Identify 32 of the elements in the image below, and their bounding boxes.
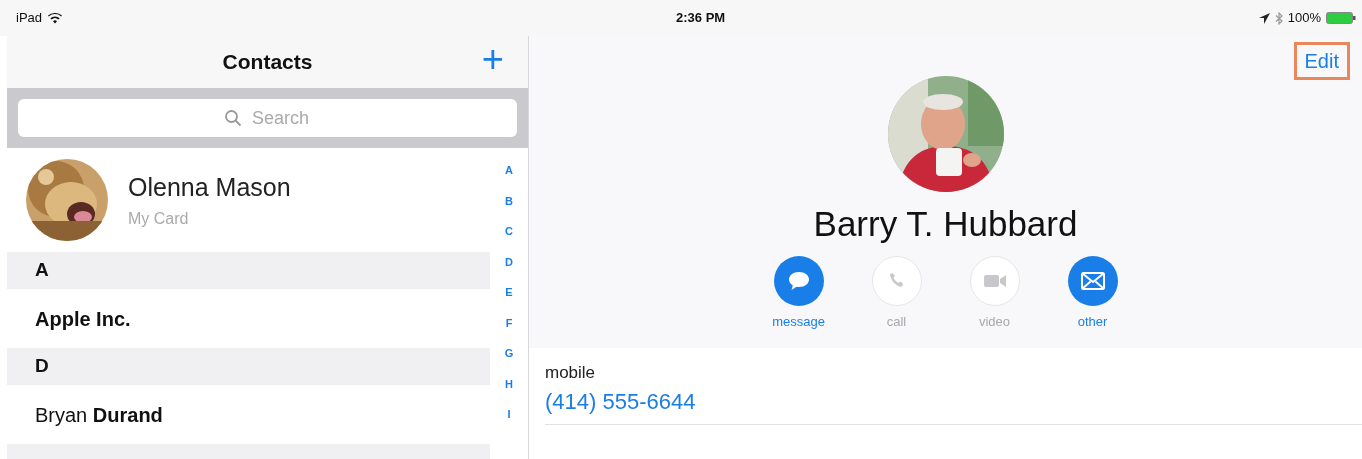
index-letter[interactable]: E — [505, 284, 513, 300]
my-card[interactable]: Olenna Mason My Card — [7, 148, 490, 252]
sidebar-title: Contacts — [222, 49, 313, 76]
index-letter[interactable]: A — [505, 162, 513, 178]
phone-number-link[interactable]: (414) 555-6644 — [545, 385, 1362, 418]
speech-bubble-icon — [786, 270, 811, 292]
index-letter[interactable]: F — [505, 314, 513, 331]
bluetooth-icon — [1274, 11, 1283, 25]
my-card-label: My Card — [128, 208, 190, 229]
search-icon — [223, 109, 242, 127]
location-arrow-icon — [1258, 12, 1270, 24]
search-field[interactable]: Search — [18, 99, 517, 137]
envelope-icon — [1080, 272, 1105, 290]
field-label: mobile — [545, 361, 597, 384]
device-name: iPad — [16, 9, 43, 28]
wifi-icon — [48, 12, 63, 24]
index-letter[interactable]: G — [504, 345, 514, 361]
my-card-name: Olenna Mason — [128, 172, 291, 204]
index-letter[interactable]: B — [505, 192, 513, 209]
contact-name: Barry T. Hubbard — [813, 203, 1078, 245]
add-contact-button[interactable]: + — [481, 40, 504, 78]
video-camera-icon — [982, 273, 1007, 289]
status-time: 2:36 PM — [676, 9, 726, 28]
battery-icon — [1326, 12, 1356, 24]
battery-percent: 100% — [1287, 9, 1321, 28]
section-header: D — [7, 348, 490, 385]
index-letter[interactable]: D — [505, 253, 513, 270]
section-header: A — [7, 252, 490, 289]
edit-button[interactable]: Edit — [1293, 42, 1350, 80]
index-letter[interactable]: I — [507, 406, 511, 422]
index-letter[interactable]: H — [505, 375, 513, 392]
index-letter[interactable]: C — [505, 223, 513, 239]
